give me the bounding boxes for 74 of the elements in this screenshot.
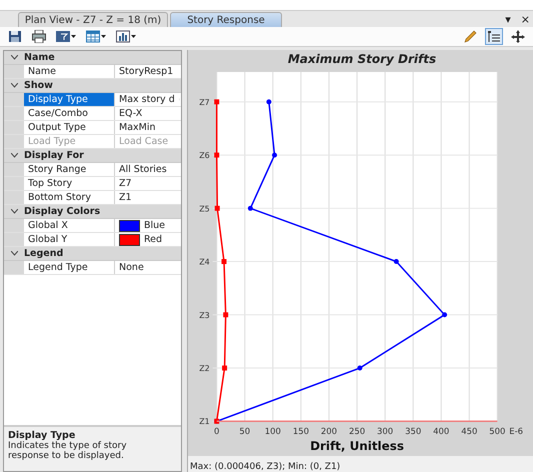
chart-title: Maximum Story Drifts (286, 50, 438, 68)
tick-label: 150 (292, 426, 309, 436)
property-value: EQ-X (119, 108, 142, 119)
tick-label: 50 (239, 426, 250, 436)
point (394, 258, 399, 264)
description-title: Display Type (8, 430, 76, 441)
story-label: Z1 (199, 417, 210, 426)
point (357, 365, 362, 370)
chevron-icon[interactable] (10, 83, 18, 88)
table-icon[interactable] (86, 30, 100, 43)
tick-label: 350 (405, 426, 422, 436)
print-icon[interactable] (32, 30, 46, 43)
section-title: Display Colors (24, 206, 100, 217)
tick-label: 200 (320, 426, 338, 436)
tick-label: 450 (461, 426, 478, 436)
pencil-icon[interactable] (463, 30, 477, 43)
caret-icon (131, 35, 136, 38)
tab[interactable]: Plan View - Z7 - Z = 18 (m) (18, 12, 168, 27)
property-value: Load Case (119, 136, 168, 147)
move-icon[interactable] (511, 30, 525, 43)
tree-list-icon[interactable] (487, 30, 501, 43)
tab[interactable]: Story Response (170, 12, 282, 27)
property-value: All Stories (119, 164, 167, 175)
section-title: Display For (24, 150, 84, 161)
property-name[interactable]: Display Type (24, 93, 115, 106)
story-label: Z2 (199, 364, 210, 373)
property-value: None (119, 262, 144, 273)
chevron-icon[interactable] (10, 55, 18, 60)
tick-label: 300 (377, 426, 394, 436)
chevron-icon[interactable] (10, 251, 18, 256)
section-title: Legend (24, 248, 64, 259)
property-value: MaxMin (119, 122, 156, 133)
tick-label: 100 (264, 426, 281, 436)
dropdown-button[interactable]: ▾ (505, 12, 511, 26)
property-value: Z7 (119, 178, 132, 189)
bar-chart-icon[interactable] (116, 30, 130, 43)
chevron-icon[interactable] (10, 153, 18, 158)
property-value: Z1 (119, 192, 132, 203)
close-button[interactable]: × (520, 12, 530, 26)
tick-label: 500 (489, 426, 506, 436)
tick-label: 250 (348, 426, 366, 436)
story-label: Z5 (199, 204, 210, 214)
status-text: Max: (0.000406, Z3); Min: (0, Z1) (188, 456, 533, 472)
point (266, 99, 272, 104)
point (214, 99, 220, 104)
property-value: StoryResp1 (119, 66, 174, 77)
save-icon[interactable] (8, 30, 22, 43)
point (222, 258, 226, 264)
story-label: Z7 (199, 98, 210, 107)
color-swatch[interactable] (119, 220, 140, 232)
property-value: Red (144, 234, 162, 245)
story-label: Z4 (199, 257, 210, 266)
story-label: Z3 (199, 310, 210, 320)
point (214, 152, 220, 158)
point (248, 206, 253, 211)
chevron-icon[interactable] (10, 209, 18, 214)
tick-label: 400 (433, 426, 450, 436)
section-title: Show (24, 80, 53, 91)
color-swatch[interactable] (119, 234, 140, 246)
caret-icon (101, 35, 106, 38)
axis-title: Drift, Unitless (310, 439, 404, 454)
property-value: Blue (144, 220, 166, 231)
point (222, 365, 228, 370)
point (272, 152, 278, 158)
property-value: Max story d (119, 94, 175, 105)
point (214, 206, 220, 211)
story-label: Z6 (199, 150, 210, 160)
section-title: Name (24, 52, 55, 63)
tick-label: 0 (214, 426, 220, 436)
scale-label: E-6 (509, 426, 524, 436)
caret-icon (71, 35, 76, 38)
point (223, 312, 228, 318)
point (442, 312, 448, 318)
description-text: Indicates the type of story response to be displayed. (8, 441, 128, 461)
